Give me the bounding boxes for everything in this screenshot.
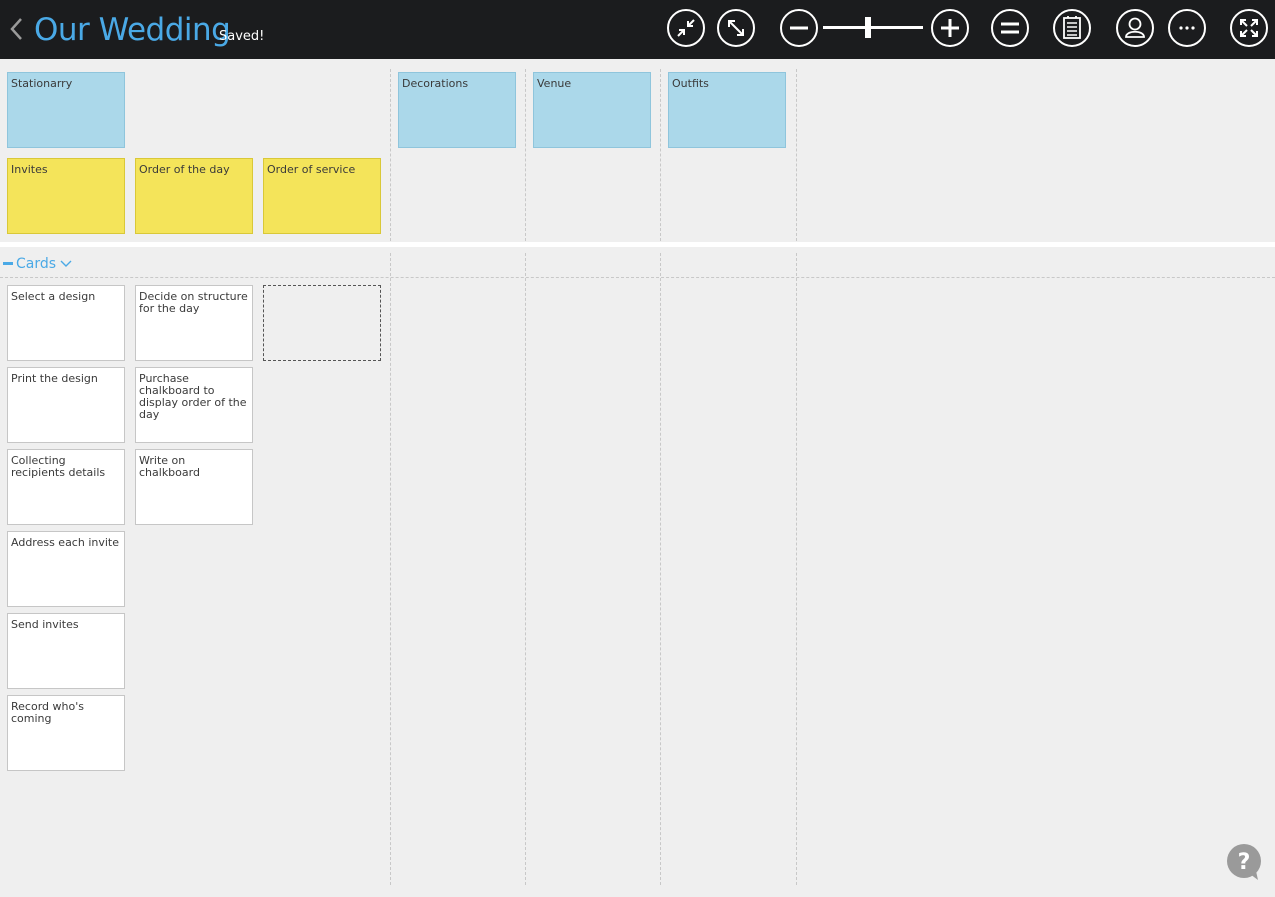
more-button[interactable] — [1168, 9, 1206, 47]
zoom-in-button[interactable] — [931, 9, 969, 47]
add-card-placeholder[interactable] — [263, 285, 381, 361]
list-button[interactable] — [1053, 9, 1091, 47]
group-card[interactable]: Outfits — [668, 72, 786, 148]
column-divider — [660, 253, 661, 885]
fit-button[interactable] — [991, 9, 1029, 47]
zoom-slider-track[interactable] — [823, 26, 923, 29]
activity-card[interactable]: Invites — [7, 158, 125, 234]
fit-icon — [1001, 22, 1019, 34]
user-button[interactable] — [1116, 9, 1154, 47]
task-card[interactable]: Decide on structure for the day — [135, 285, 253, 361]
group-card[interactable]: Stationarry — [7, 72, 125, 148]
column-divider — [796, 253, 797, 885]
group-card[interactable]: Venue — [533, 72, 651, 148]
task-card[interactable]: Print the design — [7, 367, 125, 443]
zoom-out-icon — [790, 26, 808, 30]
task-card[interactable]: Record who's coming — [7, 695, 125, 771]
task-card[interactable]: Select a design — [7, 285, 125, 361]
back-chevron-icon[interactable] — [8, 14, 26, 44]
cards-lane-label: Cards — [16, 256, 57, 272]
collapse-lane-icon[interactable] — [3, 261, 13, 265]
svg-text:?: ? — [1238, 850, 1251, 875]
collapse-icon — [677, 19, 695, 37]
fullscreen-icon — [1240, 19, 1258, 37]
zoom-slider-thumb[interactable] — [865, 17, 871, 38]
board-title[interactable]: Our Wedding — [34, 10, 231, 50]
help-icon[interactable]: ? — [1226, 844, 1262, 880]
column-divider — [796, 69, 797, 241]
zoom-in-icon — [941, 19, 959, 37]
column-divider — [390, 253, 391, 885]
task-card[interactable]: Send invites — [7, 613, 125, 689]
more-icon — [1179, 26, 1195, 30]
story-map-board: Stationarry Decorations Venue Outfits In… — [0, 59, 1275, 897]
cards-lane-header[interactable]: Cards — [3, 255, 72, 273]
collapse-button[interactable] — [667, 9, 705, 47]
top-bar: Our Wedding Saved! — [0, 0, 1275, 59]
lane-row-line — [0, 277, 1275, 278]
chevron-down-icon[interactable] — [60, 260, 72, 268]
task-card[interactable]: Collecting recipients details — [7, 449, 125, 525]
column-divider — [525, 253, 526, 885]
expand-button[interactable] — [717, 9, 755, 47]
save-status: Saved! — [219, 29, 265, 44]
expand-icon — [728, 20, 744, 36]
fullscreen-button[interactable] — [1230, 9, 1268, 47]
column-divider — [660, 69, 661, 241]
task-card[interactable]: Address each invite — [7, 531, 125, 607]
column-divider — [525, 69, 526, 241]
task-card[interactable]: Write on chalkboard — [135, 449, 253, 525]
column-divider — [390, 69, 391, 241]
user-icon — [1125, 17, 1145, 38]
activity-card[interactable]: Order of service — [263, 158, 381, 234]
task-card[interactable]: Purchase chalkboard to display order of … — [135, 367, 253, 443]
activity-card[interactable]: Order of the day — [135, 158, 253, 234]
list-icon — [1063, 16, 1081, 39]
lane-separator — [0, 242, 1275, 247]
group-card[interactable]: Decorations — [398, 72, 516, 148]
zoom-out-button[interactable] — [780, 9, 818, 47]
